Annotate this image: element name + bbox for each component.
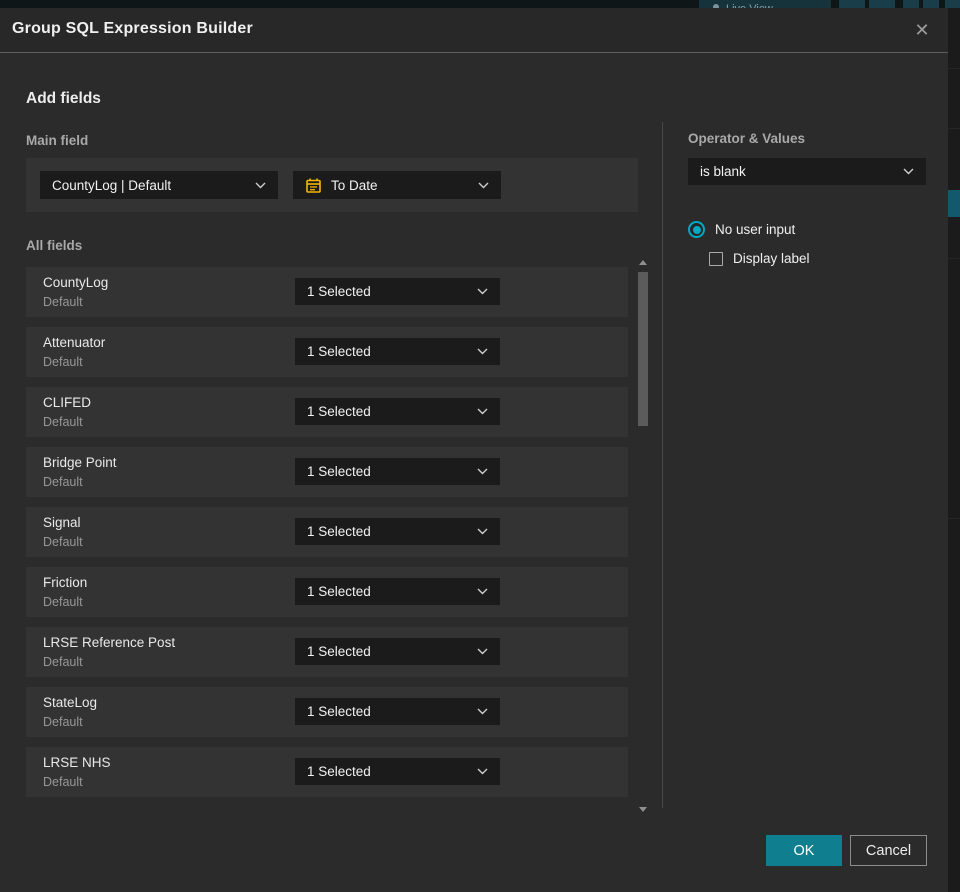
no-user-input-option[interactable]: No user input	[688, 221, 795, 238]
field-selection-select[interactable]: 1 Selected	[295, 278, 500, 305]
display-label-checkbox[interactable]	[709, 251, 723, 266]
scroll-down-icon[interactable]	[639, 807, 647, 812]
calendar-icon	[305, 177, 322, 194]
main-field-select-value: CountyLog | Default	[52, 177, 172, 193]
chevron-down-icon	[477, 708, 488, 715]
chevron-down-icon	[903, 168, 914, 175]
operator-select[interactable]: is blank	[688, 158, 926, 185]
field-row: Signal Default 1 Selected	[26, 507, 628, 557]
field-selection-select[interactable]: 1 Selected	[295, 338, 500, 365]
row-selected-value: 1 Selected	[307, 524, 371, 539]
field-subtitle: Default	[43, 535, 83, 549]
no-user-input-label: No user input	[715, 222, 796, 237]
live-view-button[interactable]: Live View	[699, 0, 831, 8]
cancel-button[interactable]: Cancel	[850, 835, 927, 866]
field-selection-select[interactable]: 1 Selected	[295, 698, 500, 725]
main-field-select[interactable]: CountyLog | Default	[40, 171, 278, 199]
chevron-down-icon	[477, 288, 488, 295]
operator-select-value: is blank	[700, 164, 746, 179]
chevron-down-icon	[477, 408, 488, 415]
all-fields-list: CountyLog Default 1 Selected Attenuator …	[26, 267, 628, 807]
field-name: LRSE Reference Post	[43, 635, 176, 650]
scroll-up-icon[interactable]	[639, 260, 647, 265]
group-sql-expression-builder-dialog: Group SQL Expression Builder ✕ Add field…	[0, 8, 948, 892]
field-row: Friction Default 1 Selected	[26, 567, 628, 617]
row-selected-value: 1 Selected	[307, 644, 371, 659]
row-selected-value: 1 Selected	[307, 404, 371, 419]
chevron-down-icon	[255, 182, 266, 189]
operator-values-label: Operator & Values	[688, 131, 806, 146]
scrollbar-thumb[interactable]	[638, 272, 648, 426]
row-selected-value: 1 Selected	[307, 464, 371, 479]
field-name: LRSE NHS	[43, 755, 111, 770]
field-subtitle: Default	[43, 655, 83, 669]
main-field-panel: CountyLog | Default To Date	[26, 158, 638, 212]
close-icon[interactable]: ✕	[910, 18, 934, 42]
field-name: Friction	[43, 575, 88, 590]
row-selected-value: 1 Selected	[307, 584, 371, 599]
field-selection-select[interactable]: 1 Selected	[295, 518, 500, 545]
field-subtitle: Default	[43, 295, 83, 309]
field-selection-select[interactable]: 1 Selected	[295, 638, 500, 665]
field-subtitle: Default	[43, 775, 83, 789]
field-name: CountyLog	[43, 275, 109, 290]
field-subtitle: Default	[43, 595, 83, 609]
field-row: LRSE NHS Default 1 Selected	[26, 747, 628, 797]
row-selected-value: 1 Selected	[307, 284, 371, 299]
dialog-titlebar: Group SQL Expression Builder ✕	[0, 8, 948, 53]
field-name: Attenuator	[43, 335, 106, 350]
main-field-date-select-value: To Date	[331, 177, 378, 193]
fields-list-scrollbar[interactable]	[638, 258, 648, 814]
no-user-input-radio[interactable]	[688, 221, 705, 238]
field-row: StateLog Default 1 Selected	[26, 687, 628, 737]
background-selected-item	[948, 190, 960, 217]
field-name: Signal	[43, 515, 81, 530]
column-divider	[662, 122, 663, 808]
background-toolbar-block	[923, 0, 939, 8]
chevron-down-icon	[478, 182, 489, 189]
row-selected-value: 1 Selected	[307, 704, 371, 719]
field-row: CountyLog Default 1 Selected	[26, 267, 628, 317]
background-toolbar-block	[903, 0, 919, 8]
field-selection-select[interactable]: 1 Selected	[295, 758, 500, 785]
field-selection-select[interactable]: 1 Selected	[295, 458, 500, 485]
field-subtitle: Default	[43, 355, 83, 369]
field-name: StateLog	[43, 695, 98, 710]
chevron-down-icon	[477, 528, 488, 535]
field-row: CLIFED Default 1 Selected	[26, 387, 628, 437]
main-field-label: Main field	[26, 133, 89, 148]
chevron-down-icon	[477, 468, 488, 475]
background-toolbar-block	[839, 0, 865, 8]
field-name: Bridge Point	[43, 455, 117, 470]
all-fields-label: All fields	[26, 238, 83, 253]
background-app-right-strip	[948, 8, 960, 892]
add-fields-heading: Add fields	[26, 90, 101, 107]
field-subtitle: Default	[43, 415, 83, 429]
field-name: CLIFED	[43, 395, 92, 410]
row-selected-value: 1 Selected	[307, 344, 371, 359]
chevron-down-icon	[477, 588, 488, 595]
field-row: LRSE Reference Post Default 1 Selected	[26, 627, 628, 677]
chevron-down-icon	[477, 648, 488, 655]
field-subtitle: Default	[43, 715, 83, 729]
background-toolbar-block	[869, 0, 895, 8]
dialog-title: Group SQL Expression Builder	[12, 20, 253, 37]
row-selected-value: 1 Selected	[307, 764, 371, 779]
field-row: Attenuator Default 1 Selected	[26, 327, 628, 377]
ok-button[interactable]: OK	[766, 835, 842, 866]
field-selection-select[interactable]: 1 Selected	[295, 398, 500, 425]
display-label-option[interactable]: Display label	[709, 251, 810, 266]
field-selection-select[interactable]: 1 Selected	[295, 578, 500, 605]
chevron-down-icon	[477, 348, 488, 355]
background-toolbar-block	[945, 0, 960, 8]
chevron-down-icon	[477, 768, 488, 775]
field-row: Bridge Point Default 1 Selected	[26, 447, 628, 497]
display-label-label: Display label	[733, 251, 810, 266]
main-field-date-select[interactable]: To Date	[293, 171, 501, 199]
field-subtitle: Default	[43, 475, 83, 489]
background-app-top-strip: Live View	[0, 0, 960, 8]
